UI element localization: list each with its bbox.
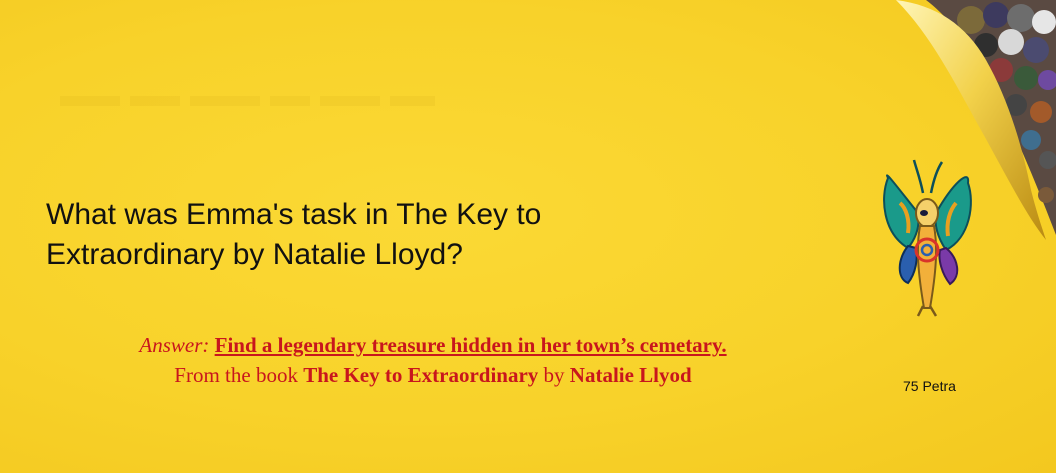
- answer-label: Answer:: [139, 333, 210, 357]
- book-author: Natalie Llyod: [569, 363, 692, 387]
- credit-label: 75 Petra: [903, 378, 956, 394]
- question-heading: What was Emma's task in The Key to Extra…: [46, 195, 686, 275]
- butterfly-mascot-icon: [883, 159, 972, 317]
- slide-background: What was Emma's task in The Key to Extra…: [0, 0, 1056, 473]
- source-prefix: From the book: [174, 363, 298, 387]
- answer-block: Answer: Find a legendary treasure hidden…: [48, 330, 818, 390]
- answer-line: Answer: Find a legendary treasure hidden…: [48, 330, 818, 360]
- answer-text: Find a legendary treasure hidden in her …: [214, 333, 727, 357]
- question-line-1: What was Emma's task in The Key to: [46, 198, 542, 231]
- faint-background-text: [60, 96, 435, 106]
- question-line-2: Extraordinary by Natalie Lloyd?: [46, 238, 463, 271]
- book-title: The Key to Extraordinary: [303, 363, 539, 387]
- source-line: From the book The Key to Extraordinary b…: [48, 360, 818, 390]
- source-by: by: [543, 363, 565, 387]
